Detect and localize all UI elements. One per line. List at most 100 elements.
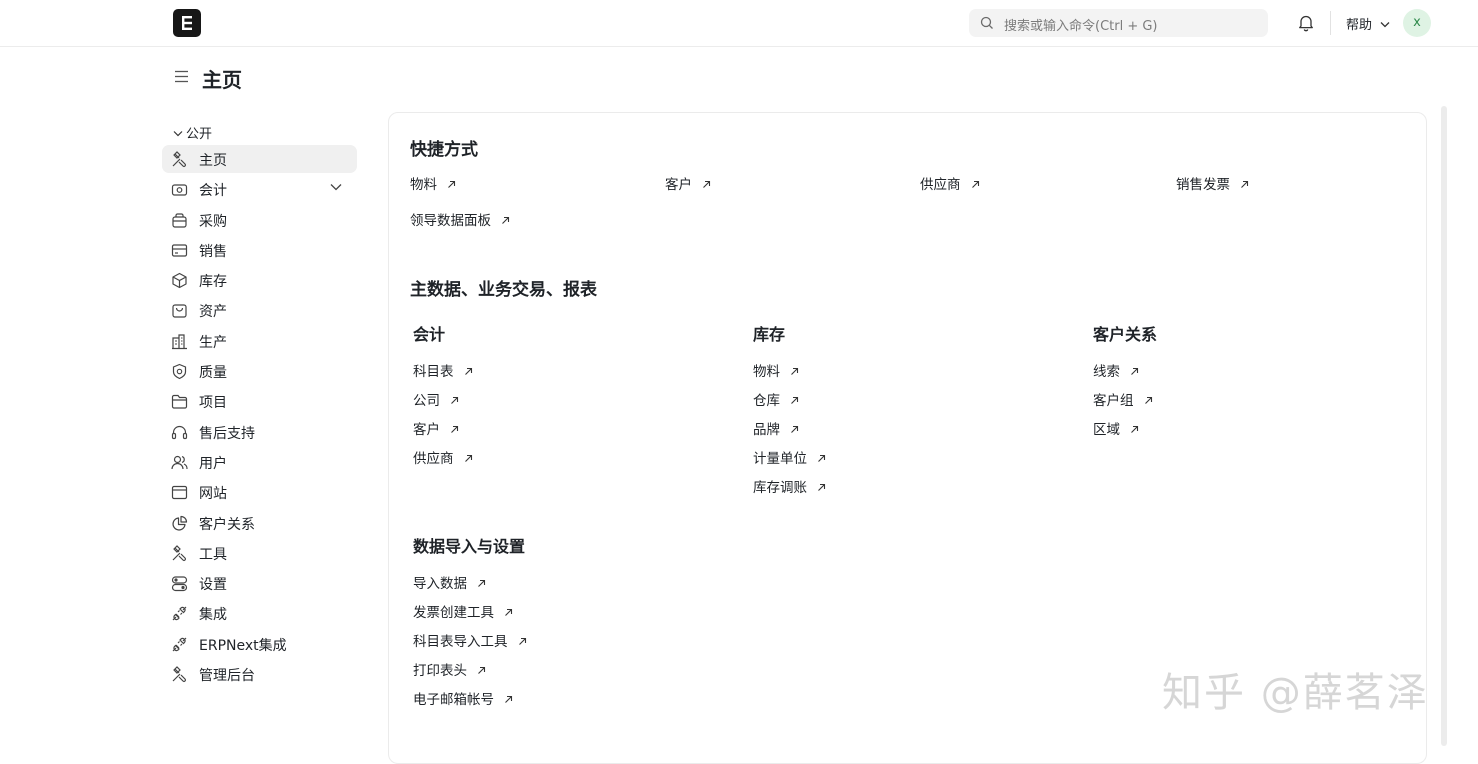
tools-icon (172, 666, 186, 682)
card-link[interactable]: 科目表导入工具 (413, 630, 527, 650)
card-title-stock: 库存 (753, 325, 786, 344)
card-link[interactable]: 品牌 (753, 418, 799, 438)
sidebar-item-crm[interactable]: 客户关系 (162, 509, 357, 537)
sidebar-item-accounting[interactable]: 会计 (162, 175, 357, 203)
arrow-up-right-icon (478, 579, 486, 587)
bag-icon (172, 304, 187, 318)
sidebar-item-label: 库存 (199, 274, 227, 290)
card-link[interactable]: 打印表头 (413, 659, 486, 679)
sidebar-item-label: ERPNext集成 (199, 638, 287, 654)
sidebar-item-users[interactable]: 用户 (162, 448, 357, 476)
sidebar-item-label: 用户 (199, 456, 227, 472)
card-link[interactable]: 客户组 (1093, 389, 1153, 409)
link-label: 客户 (665, 177, 692, 193)
sidebar-item-website[interactable]: 网站 (162, 478, 357, 506)
sidebar-item-integrations[interactable]: 集成 (162, 599, 357, 627)
help-label: 帮助 (1346, 18, 1373, 33)
tools-icon (172, 545, 186, 561)
card-title-data-import: 数据导入与设置 (413, 537, 526, 556)
sidebar-item-label: 网站 (199, 486, 227, 502)
arrow-up-right-icon (703, 180, 711, 188)
sidebar-item-erpnext-integrations[interactable]: ERPNext集成 (162, 630, 357, 658)
basket-icon (172, 213, 187, 228)
card-link[interactable]: 线索 (1093, 360, 1139, 380)
link-label: 计量单位 (753, 451, 807, 467)
arrow-up-right-icon (448, 180, 456, 188)
card-link[interactable]: 电子邮箱帐号 (413, 688, 513, 708)
sidebar-item-label: 管理后台 (199, 668, 255, 684)
arrow-up-right-icon (791, 425, 799, 433)
sidebar-item-quality[interactable]: 质量 (162, 357, 357, 385)
card-link[interactable]: 计量单位 (753, 447, 826, 467)
money-icon (171, 184, 188, 196)
sidebar-item-tools[interactable]: 工具 (162, 539, 357, 567)
sidebar-toggle-icon[interactable] (174, 69, 189, 84)
sidebar-item-settings[interactable]: 设置 (162, 569, 357, 597)
sidebar-item-manufacturing[interactable]: 生产 (162, 327, 357, 355)
card-link[interactable]: 科目表 (413, 360, 473, 380)
arrow-up-right-icon (791, 367, 799, 375)
arrow-up-right-icon (1131, 367, 1139, 375)
page-title: 主页 (202, 68, 242, 92)
link-label: 线索 (1093, 364, 1120, 380)
sidebar-item-selling[interactable]: 销售 (162, 236, 357, 264)
shortcut-link[interactable]: 供应商 (920, 173, 980, 193)
card-link[interactable]: 供应商 (413, 447, 473, 467)
sidebar-item-buying[interactable]: 采购 (162, 206, 357, 234)
sidebar-item-projects[interactable]: 项目 (162, 387, 357, 415)
user-avatar[interactable]: x (1403, 9, 1431, 37)
watermark: 知乎 @薛茗泽 (1162, 670, 1429, 716)
card-title-accounting: 会计 (413, 325, 446, 344)
link-label: 仓库 (753, 393, 780, 409)
sidebar-item-assets[interactable]: 资产 (162, 296, 357, 324)
arrow-up-right-icon (818, 483, 826, 491)
arrow-up-right-icon (478, 666, 486, 674)
sidebar-item-label: 设置 (199, 577, 227, 593)
shortcut-link[interactable]: 销售发票 (1176, 173, 1249, 193)
link-label: 物料 (410, 177, 437, 193)
link-label: 打印表头 (413, 663, 467, 679)
top-navbar: 搜索或输入命令(Ctrl + G) 帮助 x (0, 0, 1478, 47)
folder-icon (171, 394, 188, 409)
shortcut-link[interactable]: 物料 (410, 173, 456, 193)
arrow-up-right-icon (451, 396, 459, 404)
card-link[interactable]: 区域 (1093, 418, 1139, 438)
card-link[interactable]: 导入数据 (413, 572, 486, 592)
link-label: 客户组 (1093, 393, 1134, 409)
link-label: 科目表导入工具 (413, 634, 508, 650)
help-dropdown[interactable]: 帮助 (1346, 14, 1390, 33)
shortcut-link[interactable]: 领导数据面板 (410, 209, 510, 229)
sidebar-item-label: 质量 (199, 365, 227, 381)
page-scrollbar[interactable] (1441, 106, 1447, 746)
sidebar-item-stock[interactable]: 库存 (162, 266, 357, 294)
navbar-divider (1330, 11, 1331, 35)
shortcuts-title: 快捷方式 (410, 140, 478, 160)
card-link[interactable]: 库存调账 (753, 476, 826, 496)
sidebar-item-support[interactable]: 售后支持 (162, 418, 357, 446)
search-input[interactable]: 搜索或输入命令(Ctrl + G) (969, 9, 1268, 37)
chevron-down-icon (1380, 22, 1390, 28)
sidebar-section-label: 公开 (186, 127, 213, 142)
masters-title: 主数据、业务交易、报表 (410, 280, 597, 300)
sidebar-item-label: 会计 (199, 183, 227, 199)
arrow-up-right-icon (451, 425, 459, 433)
factory-icon (172, 334, 187, 350)
sidebar-item-home[interactable]: 主页 (162, 145, 357, 173)
card-link[interactable]: 仓库 (753, 389, 799, 409)
arrow-up-right-icon (464, 454, 472, 462)
arrow-up-right-icon (518, 637, 526, 645)
card-link[interactable]: 公司 (413, 389, 459, 409)
sidebar-item-admin[interactable]: 管理后台 (162, 660, 357, 688)
card-link[interactable]: 物料 (753, 360, 799, 380)
card-link[interactable]: 发票创建工具 (413, 601, 513, 621)
chevron-down-icon[interactable] (330, 183, 342, 191)
shortcut-link[interactable]: 客户 (665, 173, 711, 193)
card-link[interactable]: 客户 (413, 418, 459, 438)
sidebar-section-public[interactable]: 公开 (173, 123, 212, 142)
app-logo[interactable] (173, 9, 201, 37)
notification-bell-icon[interactable] (1298, 14, 1314, 32)
headset-icon (171, 425, 188, 440)
link-label: 品牌 (753, 422, 780, 438)
search-placeholder: 搜索或输入命令(Ctrl + G) (1004, 19, 1158, 34)
plug-icon (172, 637, 187, 652)
